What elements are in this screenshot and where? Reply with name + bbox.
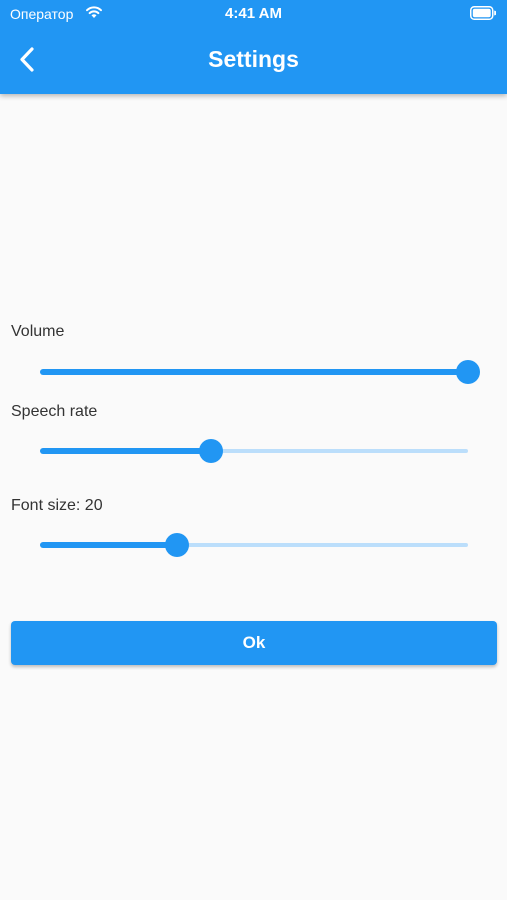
- volume-track-fill: [40, 369, 468, 375]
- speech-rate-slider-thumb[interactable]: [199, 439, 224, 463]
- status-bar: Оператор 4:41 AM: [0, 0, 507, 28]
- battery-icon: [470, 6, 496, 20]
- speech-rate-slider[interactable]: [40, 439, 468, 464]
- volume-slider[interactable]: [40, 360, 480, 385]
- speech-rate-track-fill: [40, 448, 212, 454]
- font-size-slider-thumb[interactable]: [164, 533, 189, 557]
- font-size-slider[interactable]: [40, 533, 468, 558]
- font-size-track-fill: [40, 542, 177, 548]
- ok-button[interactable]: Ok: [11, 621, 497, 665]
- speech-rate-label: Speech rate: [11, 403, 98, 420]
- status-time: 4:41 AM: [225, 5, 282, 22]
- page-title: Settings: [208, 46, 299, 72]
- app-bar: Оператор 4:41 AM Settings: [0, 0, 507, 94]
- font-size-label: Font size: 20: [11, 497, 103, 514]
- volume-label: Volume: [11, 323, 65, 340]
- volume-slider-thumb[interactable]: [456, 360, 480, 384]
